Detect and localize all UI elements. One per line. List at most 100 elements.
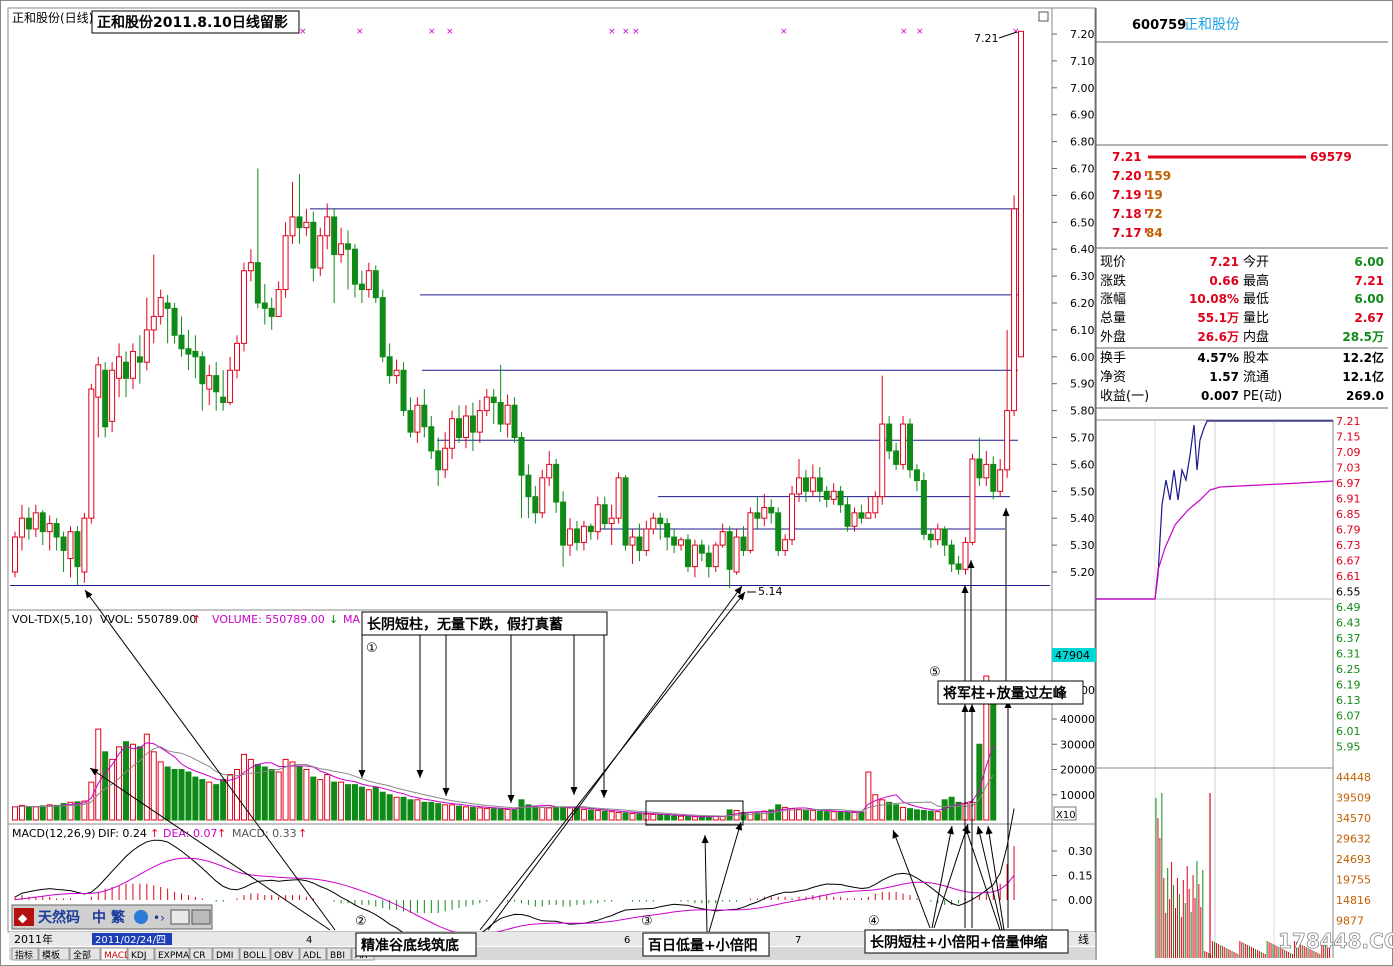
price-axis-label: 6.50: [1070, 216, 1095, 229]
caption-text: 正和股份2011.8.10日线留影: [97, 14, 288, 31]
candle-body: [442, 447, 449, 471]
candle-body: [18, 517, 25, 538]
intraday-price-label: 7.21: [1336, 415, 1361, 428]
candle-body: [428, 426, 435, 452]
volume-bar: [46, 804, 53, 821]
date-box-text: 2011/02/24/四: [95, 935, 166, 946]
intraday-volume-label: 34570: [1336, 812, 1371, 825]
candle-body: [608, 517, 615, 525]
candle-body: [421, 404, 428, 428]
volume-bar: [18, 804, 25, 821]
macd-axis-label: 0.15: [1068, 870, 1093, 883]
candle-body: [275, 289, 282, 317]
candle-body: [962, 541, 969, 570]
intraday-price-label: 6.97: [1336, 477, 1361, 490]
volume-bar: [657, 814, 664, 821]
volume-bar: [414, 799, 421, 821]
volume-bar: [809, 809, 816, 821]
order-book-price: 7.21: [1112, 150, 1142, 164]
macd-panel-title: MACD(12,26,9): [12, 827, 96, 840]
annotation-4-num: ④: [868, 914, 880, 929]
candle-body: [32, 512, 39, 530]
volume-bar: [560, 806, 567, 821]
volume-bar: [331, 781, 338, 821]
order-book-price: 7.20: [1112, 169, 1142, 183]
ime-keyboard-icon[interactable]: [191, 909, 211, 925]
quote-label: 净资: [1100, 370, 1126, 385]
volume-bar: [109, 758, 116, 821]
intraday-price-label: 6.37: [1336, 632, 1361, 645]
candle-body: [261, 302, 268, 309]
candle-body: [636, 536, 643, 551]
volume-bar: [289, 761, 296, 821]
candle-body: [95, 364, 102, 398]
ime-chinese-label[interactable]: 中: [92, 909, 106, 926]
stock-label: 正和股份(日线): [12, 11, 93, 25]
candle-body: [303, 221, 310, 229]
volume-bar: [171, 769, 178, 821]
volume-bar: [872, 794, 879, 821]
quote-value: 6.00: [1354, 255, 1384, 269]
candle-body: [254, 262, 261, 304]
volume-bar: [664, 814, 671, 821]
quote-label: 股本: [1243, 351, 1269, 366]
ime-softkey-icon[interactable]: [170, 909, 190, 925]
volume-bar: [747, 811, 754, 821]
quote-value: 269.0: [1346, 389, 1384, 403]
volume-bar: [476, 807, 483, 821]
price-axis-label: 5.50: [1070, 485, 1095, 498]
order-book-volume: 159: [1146, 169, 1171, 183]
volume-bar: [518, 799, 525, 821]
candle-body: [178, 334, 185, 350]
ime-browser-icon[interactable]: [134, 910, 148, 924]
volume-bar: [497, 808, 504, 821]
candle-body: [997, 469, 1004, 492]
intraday-price-label: 6.25: [1336, 663, 1361, 676]
volume-bar: [407, 799, 414, 821]
candle-body: [941, 528, 948, 546]
candle-body: [678, 539, 685, 546]
intraday-volume-label: 29632: [1336, 833, 1371, 846]
candle-body: [12, 536, 18, 573]
candle-body: [67, 531, 74, 560]
candle-body: [282, 235, 289, 291]
candle-body: [213, 375, 220, 393]
month-label-3: 7: [795, 935, 801, 946]
volume-bar: [178, 769, 185, 821]
volume-bar: [227, 774, 234, 821]
volume-bar: [317, 779, 324, 821]
ime-punctuation-icon[interactable]: •›: [153, 911, 165, 925]
intraday-price-label: 6.79: [1336, 524, 1361, 537]
price-axis-label: 6.70: [1070, 163, 1095, 176]
ime-mode-label[interactable]: 天然码: [38, 909, 80, 926]
quote-label: 收益(一): [1100, 389, 1149, 404]
annotation-1-text: 长阴短柱，无量下跌，假打真蓄: [367, 616, 563, 633]
ime-traditional-label[interactable]: 繁: [110, 909, 126, 926]
candle-body: [934, 528, 941, 541]
volume-bar: [199, 779, 206, 821]
quote-label: 换手: [1100, 351, 1126, 366]
price-axis-label: 6.60: [1070, 189, 1095, 202]
ma-label: MA: [343, 613, 360, 626]
intraday-volume-label: 24693: [1336, 853, 1371, 866]
price-axis-label: 5.40: [1070, 512, 1095, 525]
volume-bar: [671, 815, 678, 821]
candle-body: [865, 512, 872, 519]
candle-body: [407, 410, 414, 433]
candle-body: [830, 490, 837, 500]
candle-body: [338, 243, 345, 256]
volume-bar: [608, 811, 615, 821]
candle-body: [539, 477, 546, 514]
candle-body: [573, 528, 580, 543]
volume-bar: [601, 810, 608, 821]
candle-body: [802, 477, 809, 492]
candle-body: [872, 496, 879, 514]
order-book-volume: 19: [1146, 188, 1163, 202]
candle-body: [81, 517, 88, 573]
volume-bar: [88, 781, 95, 821]
candle-body: [754, 512, 761, 519]
quote-label: 量比: [1243, 311, 1269, 326]
maximize-icon[interactable]: [1038, 11, 1049, 22]
intraday-price-label: 5.95: [1336, 741, 1361, 754]
volume-bar: [310, 776, 317, 821]
